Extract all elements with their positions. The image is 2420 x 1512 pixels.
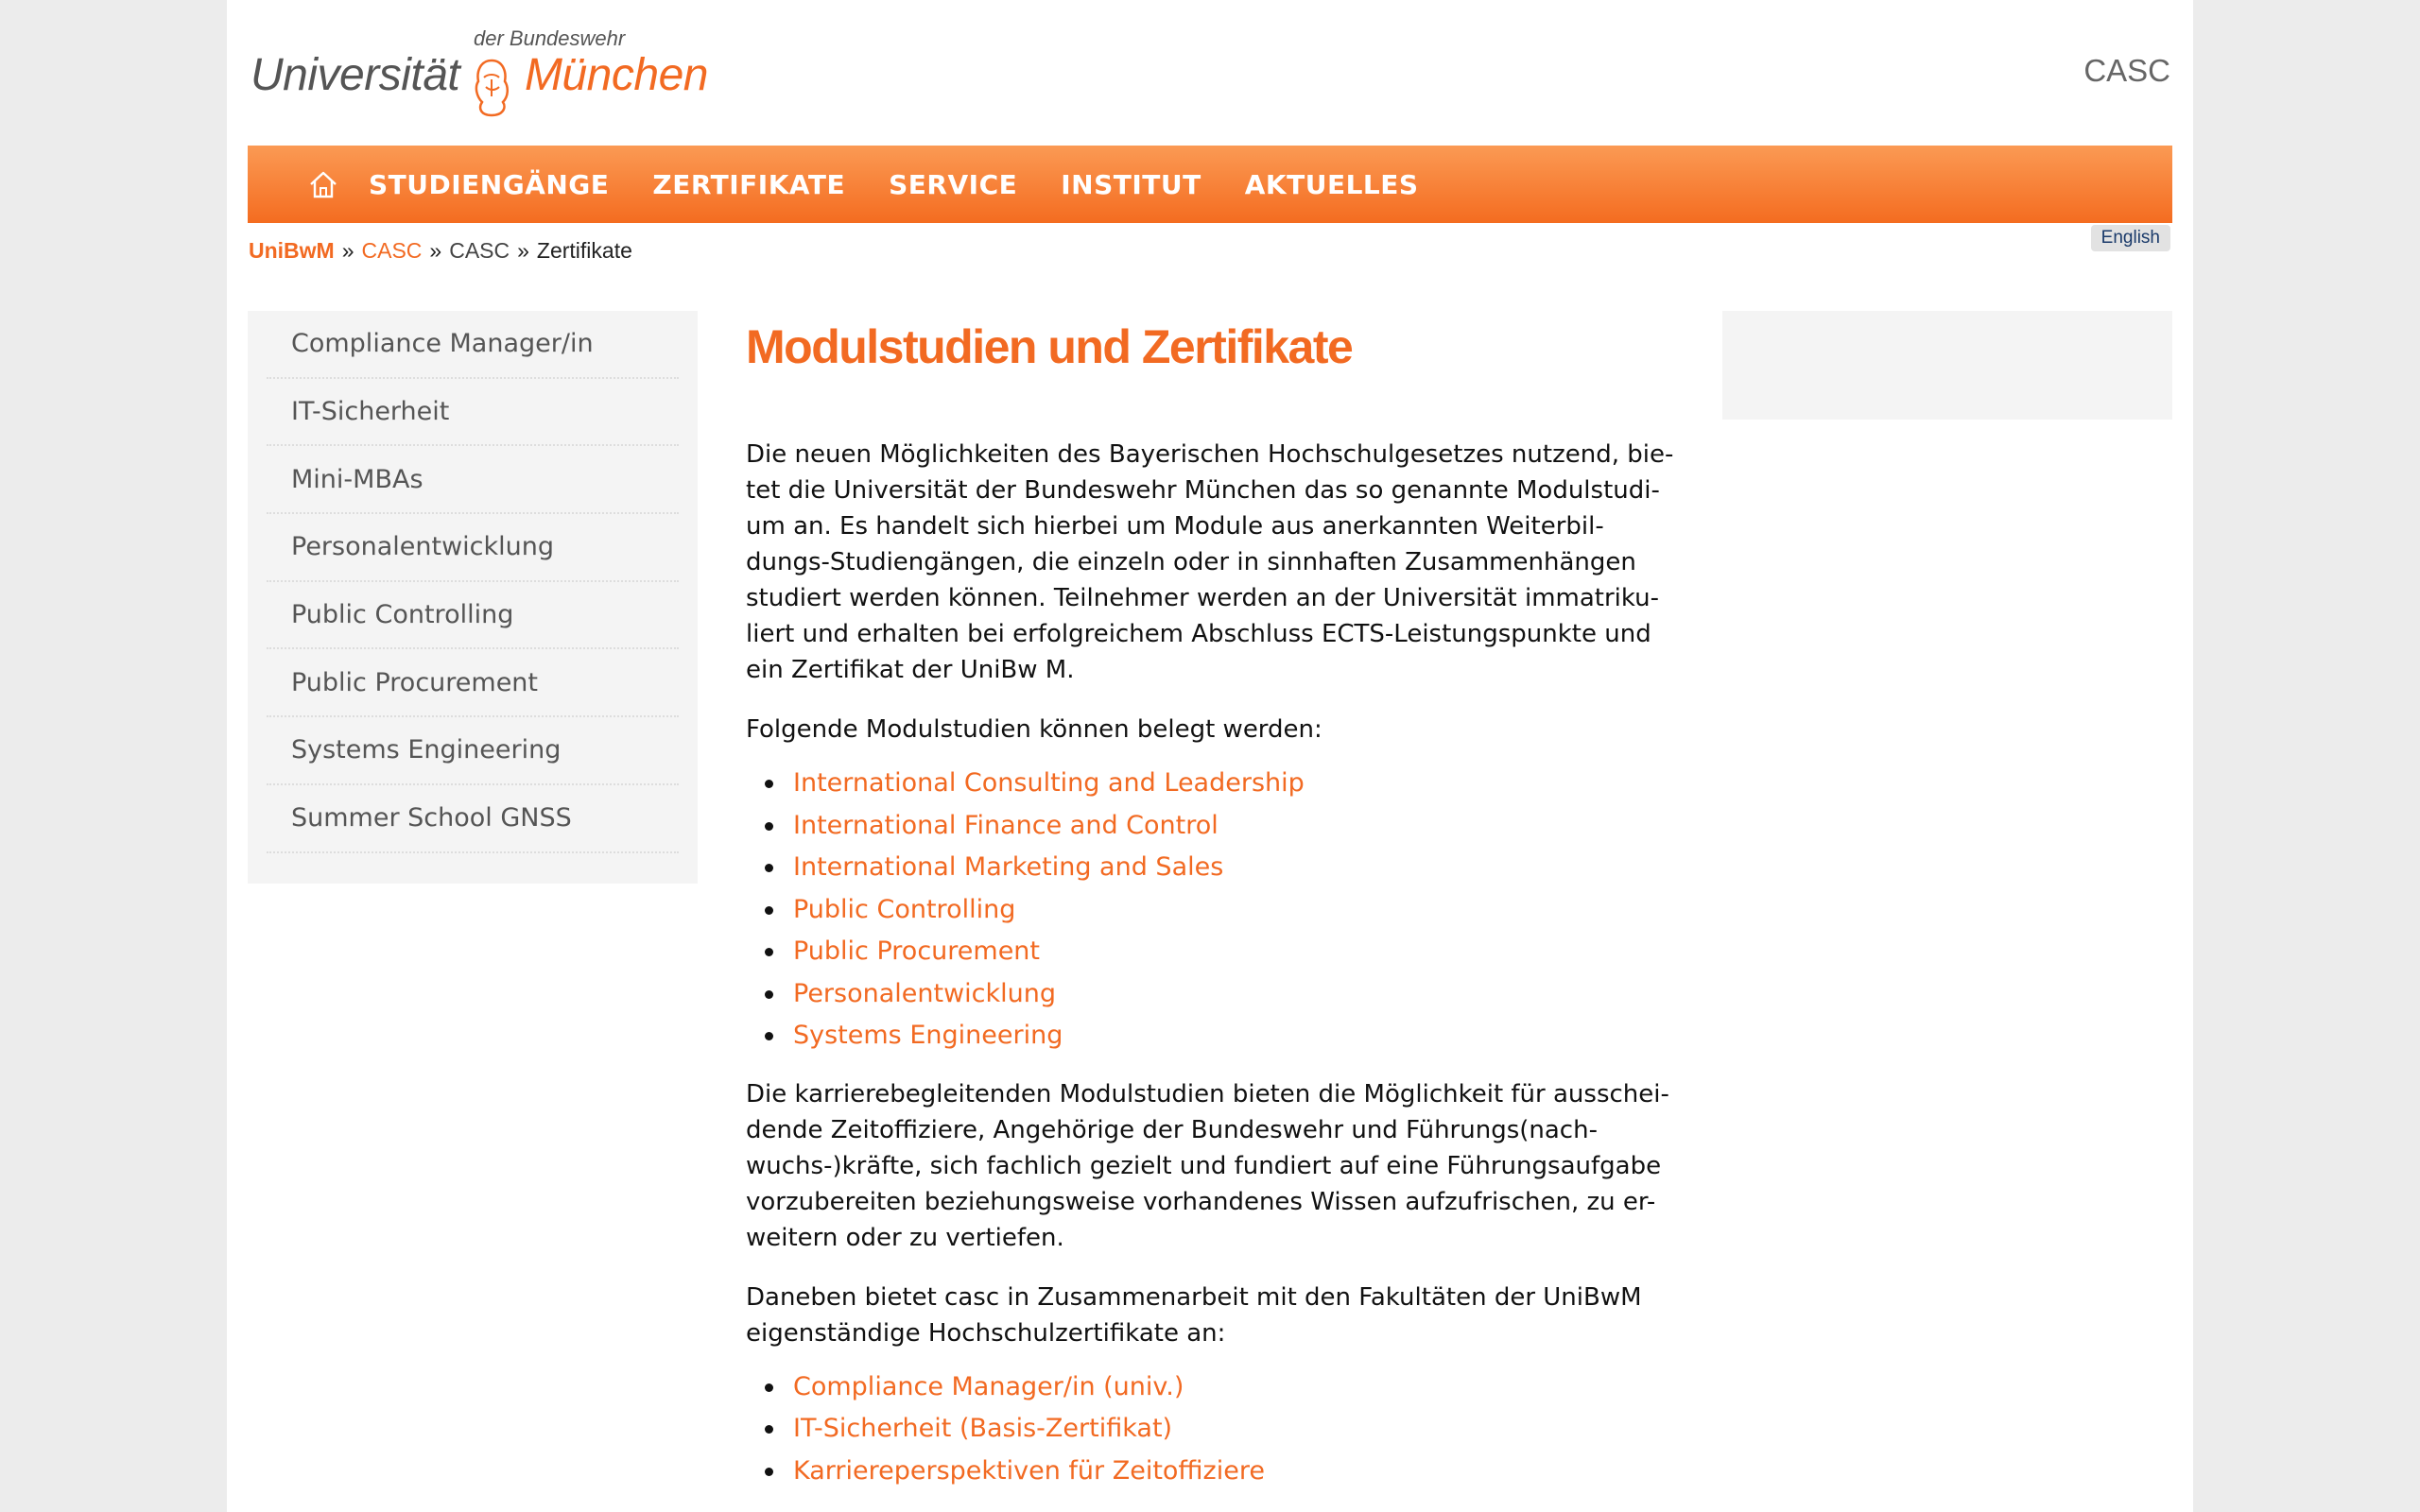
career-line: dende Zeitoffiziere, Angehörige der Bund… xyxy=(746,1115,1598,1144)
sidebar-item-public-controlling[interactable]: Public Controlling xyxy=(267,582,679,650)
list-item: IT-Sicherheit (Basis-Zertifikat) xyxy=(746,1408,1691,1451)
breadcrumb-separator: » xyxy=(429,238,442,263)
bullet-icon xyxy=(765,1467,773,1476)
sidebar-item-it-sicherheit[interactable]: IT-Sicherheit xyxy=(267,379,679,447)
list-item: International Finance and Control xyxy=(746,805,1691,848)
sidebar-item-systems-engineering[interactable]: Systems Engineering xyxy=(267,717,679,785)
certificate-link[interactable]: IT-Sicherheit (Basis-Zertifikat) xyxy=(793,1414,1172,1443)
main-navigation: STUDIENGÄNGE ZERTIFIKATE SERVICE INSTITU… xyxy=(248,146,2172,223)
bullet-icon xyxy=(765,989,773,999)
bullet-icon xyxy=(765,780,773,788)
module-link[interactable]: International Consulting and Leadership xyxy=(793,768,1305,798)
certificates-line: eigenständige Hochschulzertifikate an: xyxy=(746,1318,1226,1348)
module-link[interactable]: Public Controlling xyxy=(793,895,1015,924)
intro-line: liert und erhalten bei erfolgreichem Abs… xyxy=(746,620,1651,648)
list-intro: Folgende Modulstudien können belegt werd… xyxy=(746,715,1322,744)
sidebar-item-personalentwicklung[interactable]: Personalentwicklung xyxy=(267,514,679,582)
bullet-icon xyxy=(765,864,773,872)
breadcrumb-item-unibwm[interactable]: UniBwM xyxy=(249,238,335,263)
breadcrumb-item-casc-current[interactable]: CASC xyxy=(449,238,510,263)
list-item: Public Procurement xyxy=(746,931,1691,973)
intro-line: um an. Es handelt sich hierbei um Module… xyxy=(746,512,1604,541)
intro-line: ein Zertifikat der UniBw M. xyxy=(746,656,1075,684)
module-link[interactable]: International Finance and Control xyxy=(793,811,1219,840)
right-sidebar-panel xyxy=(1722,311,2172,420)
list-item: Karriereperspektiven für Zeitoffiziere xyxy=(746,1451,1691,1493)
page-title: Modulstudien und Zertifikate xyxy=(746,320,1354,373)
list-item: Compliance Manager/in (univ.) xyxy=(746,1366,1691,1409)
career-line: weitern oder zu vertiefen. xyxy=(746,1223,1064,1252)
list-item: Personalentwicklung xyxy=(746,973,1691,1016)
modules-list: International Consulting and Leadership … xyxy=(746,763,1691,1057)
nav-item-service[interactable]: SERVICE xyxy=(889,169,1017,200)
breadcrumb-item-zertifikate: Zertifikate xyxy=(536,238,632,263)
bullet-icon xyxy=(765,821,773,831)
certificate-link[interactable]: Karriereperspektiven für Zeitoffiziere xyxy=(793,1456,1265,1486)
logo-emblem-icon xyxy=(475,59,509,117)
certificates-paragraph: Daneben bietet casc in Zusammenarbeit mi… xyxy=(746,1280,1691,1351)
list-item: International Consulting and Leadership xyxy=(746,763,1691,805)
module-link[interactable]: Systems Engineering xyxy=(793,1021,1063,1050)
nav-item-aktuelles[interactable]: AKTUELLES xyxy=(1245,169,1419,200)
intro-line: tet die Universität der Bundeswehr Münch… xyxy=(746,476,1660,505)
sidebar-menu: Compliance Manager/in IT-Sicherheit Mini… xyxy=(248,311,698,884)
career-line: vorzubereiten beziehungsweise vorhandene… xyxy=(746,1187,1656,1216)
breadcrumb-item-casc[interactable]: CASC xyxy=(362,238,423,263)
home-icon[interactable] xyxy=(304,165,342,203)
bullet-icon xyxy=(765,905,773,915)
logo-text-left: Universität xyxy=(251,50,460,100)
sidebar-item-public-procurement[interactable]: Public Procurement xyxy=(267,649,679,718)
breadcrumb-separator: » xyxy=(341,238,354,263)
language-switch-button[interactable]: English xyxy=(2090,225,2170,251)
nav-item-zertifikate[interactable]: ZERTIFIKATE xyxy=(652,169,845,200)
intro-paragraph: Die neuen Möglichkeiten des Bayerischen … xyxy=(746,437,1691,688)
intro-line: studiert werden können. Teilnehmer werde… xyxy=(746,584,1660,612)
breadcrumb-separator: » xyxy=(517,238,529,263)
bullet-icon xyxy=(765,948,773,956)
bullet-icon xyxy=(765,1425,773,1434)
site-title[interactable]: CASC xyxy=(2083,53,2170,89)
module-link[interactable]: Public Procurement xyxy=(793,936,1040,966)
sidebar-item-compliance-manager[interactable]: Compliance Manager/in xyxy=(267,311,679,379)
logo-text-right: München xyxy=(525,50,708,100)
nav-item-studiengaenge[interactable]: STUDIENGÄNGE xyxy=(369,169,609,200)
logo-subtitle: der Bundeswehr xyxy=(474,26,626,50)
intro-line: Die neuen Möglichkeiten des Bayerischen … xyxy=(746,440,1674,469)
certificates-list: Compliance Manager/in (univ.) IT-Sicherh… xyxy=(746,1366,1691,1493)
list-item: International Marketing and Sales xyxy=(746,847,1691,889)
main-content: Modulstudien und Zertifikate Die neuen M… xyxy=(746,310,1691,1492)
page: der Bundeswehr Universität München CASC … xyxy=(227,0,2193,1512)
sidebar-item-summer-school-gnss[interactable]: Summer School GNSS xyxy=(267,785,679,853)
career-line: Die karrierebegleitenden Modulstudien bi… xyxy=(746,1079,1669,1108)
bullet-icon xyxy=(765,1032,773,1040)
nav-item-institut[interactable]: INSTITUT xyxy=(1061,169,1201,200)
bullet-icon xyxy=(765,1383,773,1392)
list-item: Public Controlling xyxy=(746,889,1691,932)
university-logo[interactable]: der Bundeswehr Universität München xyxy=(251,26,708,121)
career-paragraph: Die karrierebegleitenden Modulstudien bi… xyxy=(746,1076,1691,1256)
module-link[interactable]: Personalentwicklung xyxy=(793,979,1056,1008)
certificate-link[interactable]: Compliance Manager/in (univ.) xyxy=(793,1372,1184,1401)
intro-line: dungs-Studiengängen, die einzeln oder in… xyxy=(746,548,1636,576)
list-item: Systems Engineering xyxy=(746,1015,1691,1057)
certificates-line: Daneben bietet casc in Zusammenarbeit mi… xyxy=(746,1282,1642,1312)
module-link[interactable]: International Marketing and Sales xyxy=(793,852,1223,882)
sidebar-item-mini-mbas[interactable]: Mini-MBAs xyxy=(267,446,679,515)
breadcrumb: UniBwM» CASC» CASC» Zertifikate xyxy=(249,238,632,264)
career-line: wuchs-)kräfte, sich fachlich gezielt und… xyxy=(746,1151,1662,1180)
